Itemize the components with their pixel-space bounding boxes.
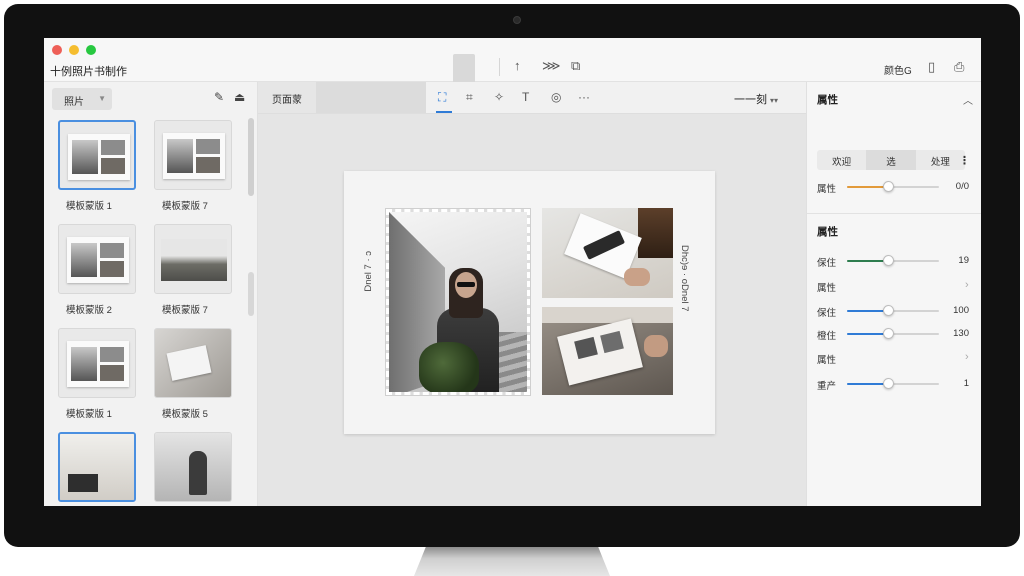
thumbnail-walk[interactable] <box>154 432 232 502</box>
thumbnail-collage[interactable] <box>58 328 136 398</box>
minimize-window-button[interactable] <box>69 45 79 55</box>
chevron-down-icon: ▾▾ <box>770 96 779 105</box>
sidebar-scrollbar-track <box>248 272 254 316</box>
property-value: 0/0 <box>955 181 969 192</box>
export-icon[interactable]: ⎙ <box>954 59 964 75</box>
thumbnail-label: 模板蒙版 7 <box>162 201 208 212</box>
slider-fill <box>847 333 889 335</box>
thumbnail-sidebar: 照片 ▼ ✎ ⏏ 模板蒙版 1 模板蒙版 7 模板蒙版 2 模板蒙版 7 模板蒙版 1 模… <box>44 82 258 506</box>
more-icon[interactable]: ··· <box>578 90 590 104</box>
color-mode-label[interactable]: 颜色G <box>884 62 912 77</box>
property-value: 130 <box>953 328 969 339</box>
properties-panel: 属性 ︿ 欢迎 选 处理 ⋮ 属性 0/0 属性 保住 19 属性 › 保住 100 橙住 1… <box>806 82 981 506</box>
property-slider[interactable] <box>847 181 939 192</box>
crop-icon[interactable]: ⌗ <box>466 90 473 105</box>
title-divider <box>499 58 500 76</box>
segment-process[interactable]: 处理 <box>916 150 965 170</box>
photo-book-photo[interactable] <box>542 307 673 395</box>
property-slider[interactable] <box>847 378 939 389</box>
property-label: 橙住 <box>817 331 837 342</box>
thumbnail-desk[interactable] <box>154 328 232 398</box>
move-up-icon[interactable]: ↑ <box>514 58 521 73</box>
desk-device-photo[interactable] <box>542 208 673 298</box>
title-tab[interactable] <box>453 54 475 82</box>
slider-knob[interactable] <box>883 305 895 316</box>
thumbnail-landscape[interactable] <box>154 224 232 294</box>
camera-icon <box>513 16 521 24</box>
property-label: 属性 <box>817 184 837 195</box>
zoom-dropdown[interactable]: 一一刻 ▾▾ <box>734 91 778 107</box>
thumbnail-collage[interactable] <box>154 120 232 190</box>
text-icon[interactable]: T <box>522 90 529 104</box>
thumbnail-room[interactable] <box>58 432 136 502</box>
chevron-down-icon: ▼ <box>98 94 106 103</box>
tab-empty <box>316 82 426 113</box>
left-caption[interactable]: Dnel 7 · ɔ <box>363 251 374 292</box>
app-title: 十例照片书制作 <box>50 66 127 78</box>
frame-icon[interactable]: ◎ <box>551 90 561 104</box>
section-title: 属性 <box>817 226 838 238</box>
collapse-icon[interactable]: ⏏ <box>234 90 245 104</box>
sidebar-scrollbar[interactable] <box>248 118 254 196</box>
thumbnail-collage[interactable] <box>58 120 136 190</box>
slider-knob[interactable] <box>883 328 895 339</box>
property-value: 100 <box>953 305 969 316</box>
shape-icon[interactable]: ✧ <box>494 90 504 104</box>
property-label: 属性 <box>817 355 837 366</box>
property-slider[interactable] <box>847 328 939 339</box>
slider-knob[interactable] <box>883 181 895 192</box>
monitor-stand <box>414 547 610 576</box>
active-tool-indicator <box>436 111 452 113</box>
thumbnail-label: 模板蒙版 1 <box>66 201 112 212</box>
tab-page[interactable]: 页面蒙 <box>258 82 316 113</box>
chevron-right-icon[interactable]: › <box>965 279 969 291</box>
segment-welcome[interactable]: 欢迎 <box>817 150 866 170</box>
slider-fill <box>847 260 889 262</box>
canvas-area: 页面蒙 ⛶ ⌗ ✧ T ◎ ··· 一一刻 ▾▾ Dnel 7 · ɔ Dhc)ɘ… <box>258 82 806 506</box>
property-value: 1 <box>963 378 969 389</box>
dropdown-label: 照片 <box>64 97 84 108</box>
window-controls <box>52 45 96 55</box>
thumbnail-collage[interactable] <box>58 224 136 294</box>
editor-toolbar: 页面蒙 ⛶ ⌗ ✧ T ◎ ··· 一一刻 ▾▾ <box>258 82 806 114</box>
arrange-icon[interactable]: ⋙ <box>542 58 561 74</box>
right-caption[interactable]: Dhc)ɘ · oDnel 7 <box>679 245 690 312</box>
property-value: 19 <box>958 255 969 266</box>
zoom-label: 一一刻 <box>734 94 767 106</box>
select-icon[interactable]: ⛶ <box>438 90 446 105</box>
property-slider[interactable] <box>847 305 939 316</box>
photo-book-spread[interactable]: Dnel 7 · ɔ Dhc)ɘ · oDnel 7 <box>344 171 715 434</box>
pen-icon[interactable]: ✎ <box>214 90 224 104</box>
segmented-control: 欢迎 选 处理 <box>817 150 965 170</box>
slider-knob[interactable] <box>883 378 895 389</box>
zoom-window-button[interactable] <box>86 45 96 55</box>
portrait-photo[interactable] <box>385 208 531 396</box>
layers-icon[interactable]: ⧉ <box>571 58 580 74</box>
chevron-up-icon[interactable]: ︿ <box>963 92 973 107</box>
phone-icon[interactable]: ▯ <box>928 59 935 75</box>
chevron-right-icon[interactable]: › <box>965 351 969 363</box>
slider-fill <box>847 310 889 312</box>
panel-divider <box>807 213 981 214</box>
thumbnail-label: 模板蒙版 5 <box>162 409 208 420</box>
slider-fill <box>847 383 889 385</box>
slider-fill <box>847 186 889 188</box>
property-label: 保住 <box>817 308 837 319</box>
more-options-icon[interactable]: ⋮ <box>959 154 970 167</box>
app-window: 十例照片书制作 ↑ ⋙ ⧉ 颜色G ▯ ⎙ 照片 ▼ ✎ ⏏ 模板蒙版 1 模板蒙… <box>44 38 981 506</box>
close-window-button[interactable] <box>52 45 62 55</box>
property-label: 属性 <box>817 283 837 294</box>
property-label: 保住 <box>817 258 837 269</box>
thumbnail-label: 模板蒙版 2 <box>66 305 112 316</box>
segment-select[interactable]: 选 <box>866 150 916 170</box>
thumbnail-label: 模板蒙版 7 <box>162 305 208 316</box>
thumbnail-label: 模板蒙版 1 <box>66 409 112 420</box>
section-title: 属性 <box>817 94 838 106</box>
property-slider[interactable] <box>847 255 939 266</box>
photo-filter-dropdown[interactable]: 照片 ▼ <box>52 88 112 110</box>
property-label: 重产 <box>817 381 837 392</box>
title-bar: 十例照片书制作 ↑ ⋙ ⧉ 颜色G ▯ ⎙ <box>44 38 981 82</box>
slider-knob[interactable] <box>883 255 895 266</box>
